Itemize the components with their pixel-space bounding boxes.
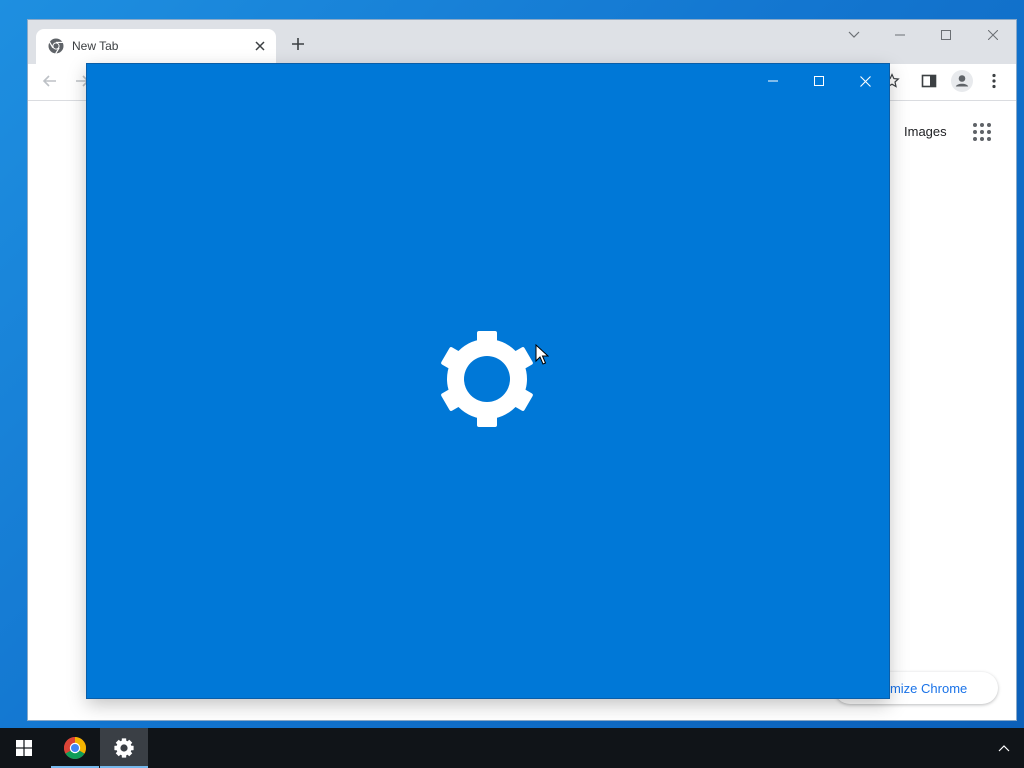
start-button[interactable] [0,728,48,768]
close-icon [859,75,871,87]
chrome-titlebar[interactable]: New Tab [28,20,1016,64]
images-link[interactable]: Images [904,124,947,139]
settings-window [87,64,889,698]
close-button[interactable] [970,20,1016,50]
show-hidden-icons-button[interactable] [984,728,1024,768]
side-panel-button[interactable] [917,69,941,93]
settings-maximize-button[interactable] [796,66,842,96]
apps-grid-icon[interactable] [972,122,992,142]
close-icon [988,30,998,40]
chevron-down-icon [848,31,860,38]
desktop: New Tab Images Customize Chrome [0,0,1024,768]
chevron-up-icon [998,745,1010,752]
profile-icon [951,70,973,92]
taskbar [0,728,1024,768]
settings-gear-icon [114,738,134,758]
plus-icon [292,38,304,50]
more-menu-button[interactable] [982,69,1006,93]
minimize-icon [768,80,778,82]
taskbar-settings[interactable] [100,728,148,768]
maximize-button[interactable] [923,20,969,50]
side-panel-icon [921,74,937,88]
back-button[interactable] [38,69,62,93]
gear-icon [441,331,533,427]
tab-new-tab[interactable]: New Tab [36,29,276,64]
maximize-icon [941,30,951,40]
chrome-icon [64,737,86,759]
chrome-icon [48,38,64,54]
close-icon[interactable] [252,38,268,54]
mouse-cursor-icon [535,344,549,365]
taskbar-chrome[interactable] [51,728,99,768]
back-arrow-icon [42,75,56,87]
minimize-button[interactable] [877,20,923,50]
maximize-icon [814,76,824,86]
tab-title: New Tab [72,39,119,53]
more-vert-icon [992,73,996,89]
new-tab-button[interactable] [286,32,310,56]
tab-search-button[interactable] [831,20,877,50]
minimize-icon [895,34,905,36]
profile-button[interactable] [950,69,974,93]
settings-close-button[interactable] [842,66,888,96]
windows-start-icon [16,740,32,756]
settings-minimize-button[interactable] [750,66,796,96]
